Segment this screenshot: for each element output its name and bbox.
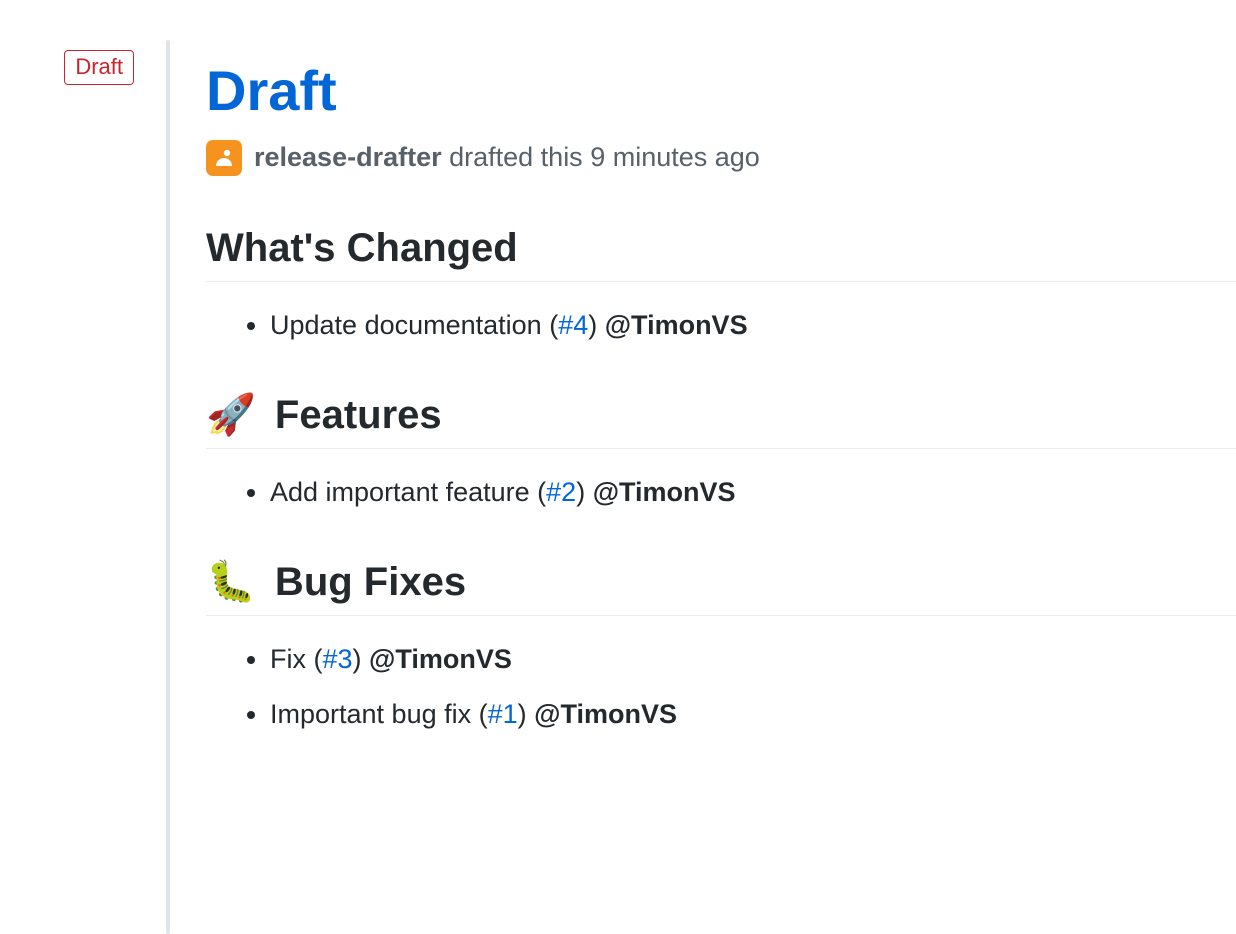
user-mention[interactable]: @TimonVS xyxy=(534,699,677,729)
release-title: Draft xyxy=(206,60,1236,122)
list-item: Update documentation (#4) @TimonVS xyxy=(270,306,1236,345)
bug-icon: 🐛 xyxy=(206,560,256,604)
rocket-icon: 🚀 xyxy=(206,393,256,437)
change-text: ) xyxy=(353,644,370,674)
release-action-text: drafted this 9 minutes ago xyxy=(442,142,760,172)
pr-link[interactable]: #2 xyxy=(546,477,576,507)
whats-changed-heading: What's Changed xyxy=(206,226,1236,282)
section-features: 🚀 Features Add important feature (#2) @T… xyxy=(206,391,1236,512)
list-item: Important bug fix (#1) @TimonVS xyxy=(270,695,1236,734)
pr-link[interactable]: #3 xyxy=(322,644,352,674)
change-text: Add important feature ( xyxy=(270,477,546,507)
user-mention[interactable]: @TimonVS xyxy=(369,644,512,674)
bugfixes-heading-text: Bug Fixes xyxy=(264,560,466,604)
list-item: Fix (#3) @TimonVS xyxy=(270,640,1236,679)
user-mention[interactable]: @TimonVS xyxy=(605,310,748,340)
bot-avatar-icon xyxy=(206,140,242,176)
release-title-link[interactable]: Draft xyxy=(206,59,337,122)
user-mention[interactable]: @TimonVS xyxy=(593,477,736,507)
release-actor-link[interactable]: release-drafter xyxy=(254,142,442,172)
draft-badge: Draft xyxy=(64,50,134,85)
bugfixes-heading: 🐛 Bug Fixes xyxy=(206,558,1236,616)
list-item: Add important feature (#2) @TimonVS xyxy=(270,473,1236,512)
bugfixes-list: Fix (#3) @TimonVS Important bug fix (#1)… xyxy=(206,640,1236,734)
change-text: ) xyxy=(576,477,593,507)
change-text: Fix ( xyxy=(270,644,322,674)
release-body: Draft release-drafter drafted this 9 min… xyxy=(170,40,1236,934)
release-byline: release-drafter drafted this 9 minutes a… xyxy=(206,140,1236,176)
features-heading: 🚀 Features xyxy=(206,391,1236,449)
features-list: Add important feature (#2) @TimonVS xyxy=(206,473,1236,512)
pr-link[interactable]: #4 xyxy=(558,310,588,340)
change-text: ) xyxy=(588,310,605,340)
section-whats-changed: What's Changed Update documentation (#4)… xyxy=(206,226,1236,345)
release-sidebar: Draft xyxy=(0,40,166,934)
section-bugfixes: 🐛 Bug Fixes Fix (#3) @TimonVS Important … xyxy=(206,558,1236,734)
byline-text: release-drafter drafted this 9 minutes a… xyxy=(254,142,760,173)
change-text: Important bug fix ( xyxy=(270,699,488,729)
pr-link[interactable]: #1 xyxy=(488,699,518,729)
change-text: ) xyxy=(518,699,535,729)
features-heading-text: Features xyxy=(264,393,442,437)
whats-changed-list: Update documentation (#4) @TimonVS xyxy=(206,306,1236,345)
change-text: Update documentation ( xyxy=(270,310,558,340)
